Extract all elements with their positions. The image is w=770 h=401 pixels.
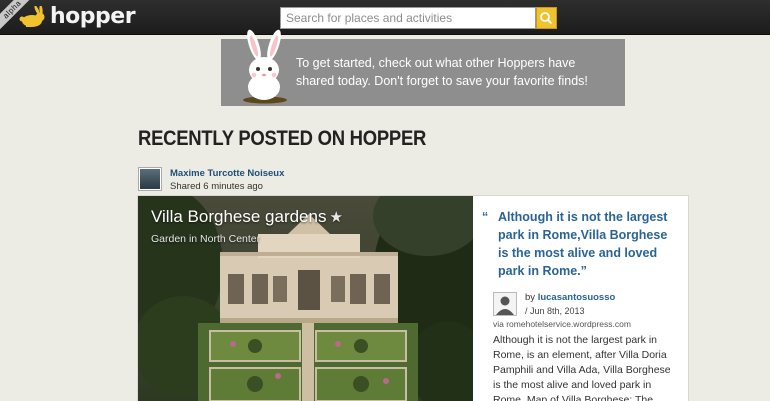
post-details: “ Although it is not the largest park in… <box>473 196 688 401</box>
author-name-link[interactable]: Maxime Turcotte Noiseux <box>170 168 284 179</box>
top-navigation-bar: alpha hopper <box>0 0 770 35</box>
by-prefix: by <box>525 292 536 303</box>
post-card: Villa Borghese gardens ★ Garden in North … <box>138 196 688 401</box>
search-bar <box>280 7 557 29</box>
section-title: RECENTLY POSTED ON HOPPER <box>138 127 427 150</box>
banner-message: To get started, check out what other Hop… <box>296 56 588 88</box>
author-avatar[interactable] <box>138 167 162 191</box>
post-date: / Jun 8th, 2013 <box>525 306 585 316</box>
place-title-text: Villa Borghese gardens <box>151 207 327 226</box>
favorite-star-icon[interactable]: ★ <box>329 209 342 226</box>
quote-open-mark: “ <box>482 210 489 224</box>
post-quote: “ Although it is not the largest park in… <box>482 208 681 280</box>
post-photo[interactable]: Villa Borghese gardens ★ Garden in North … <box>138 196 473 401</box>
by-line: by lucasantosuosso <box>525 292 615 303</box>
search-button[interactable] <box>536 7 557 29</box>
place-title[interactable]: Villa Borghese gardens ★ <box>151 207 343 227</box>
shared-timestamp: Shared 6 minutes ago <box>170 181 263 192</box>
quote-text: Although it is not the largest park in R… <box>498 210 668 278</box>
user-silhouette-icon <box>496 296 514 315</box>
source-link[interactable]: via romehotelservice.wordpress.com <box>493 319 631 329</box>
search-icon <box>540 12 553 25</box>
place-category: Garden in North Center <box>151 233 261 245</box>
source-user-link[interactable]: lucasantosuosso <box>538 292 616 303</box>
hopper-bunny-logo-icon[interactable] <box>16 6 46 28</box>
post-excerpt: Although it is not the largest park in R… <box>493 334 671 401</box>
search-input[interactable] <box>280 7 536 29</box>
bunny-mascot-icon <box>243 29 287 104</box>
source-user-avatar[interactable] <box>493 292 517 316</box>
welcome-banner: To get started, check out what other Hop… <box>221 29 625 106</box>
logo-text[interactable]: hopper <box>50 4 136 29</box>
